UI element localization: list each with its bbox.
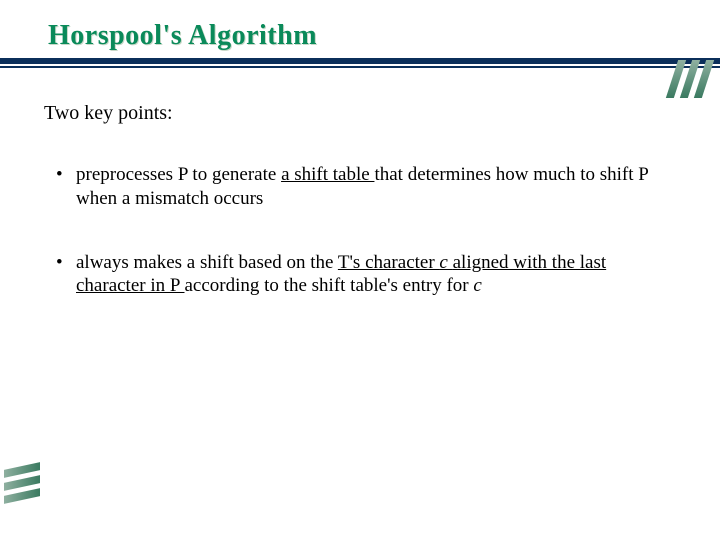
underline-text: a shift table bbox=[281, 164, 374, 185]
decor-bars-bottom-left bbox=[4, 466, 40, 500]
text: preprocesses P to generate bbox=[76, 164, 281, 185]
bullet-list: preprocesses P to generate a shift table… bbox=[48, 163, 680, 298]
subtitle: Two key points: bbox=[44, 102, 680, 125]
list-item: always makes a shift based on the T's ch… bbox=[76, 251, 680, 299]
text: always makes a shift based on the bbox=[76, 252, 338, 273]
page-title: Horspool's Algorithm bbox=[48, 20, 680, 52]
title-underline bbox=[48, 58, 680, 72]
rule-thick bbox=[0, 58, 720, 64]
underline-italic-text: c bbox=[439, 252, 452, 273]
decor-bars-top-right bbox=[672, 60, 708, 98]
italic-text: c bbox=[473, 275, 481, 296]
slide: Horspool's Algorithm Two key points: pre… bbox=[0, 0, 720, 540]
underline-text: T's character bbox=[338, 252, 440, 273]
rule-thin bbox=[0, 66, 720, 68]
text: according to the shift table's entry for bbox=[185, 275, 474, 296]
decor-bar-icon bbox=[4, 488, 40, 504]
list-item: preprocesses P to generate a shift table… bbox=[76, 163, 680, 211]
